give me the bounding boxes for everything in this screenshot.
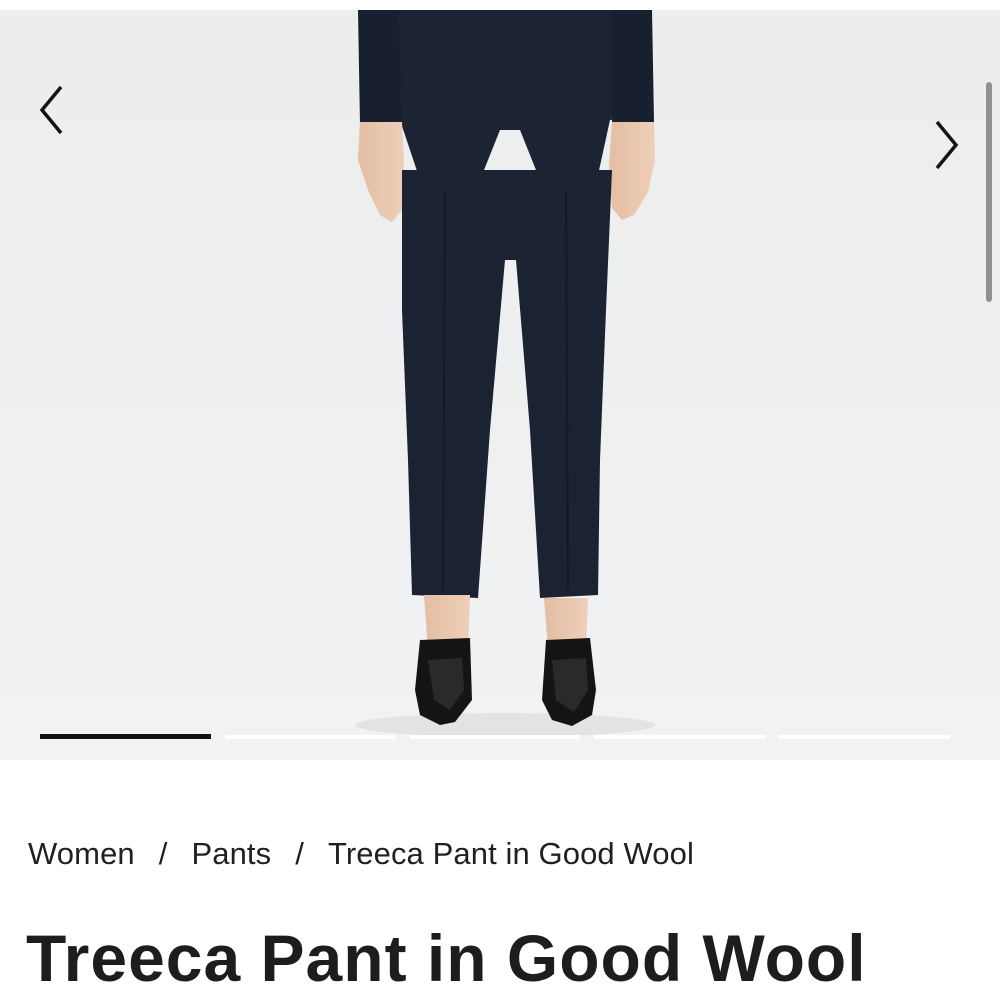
breadcrumb-item-pants[interactable]: Pants bbox=[191, 836, 271, 872]
chevron-right-icon bbox=[935, 120, 959, 170]
chevron-left-icon bbox=[39, 85, 63, 135]
breadcrumb-separator: / bbox=[158, 836, 168, 871]
breadcrumb: Women / Pants / Treeca Pant in Good Wool bbox=[28, 836, 694, 872]
breadcrumb-separator: / bbox=[295, 836, 304, 871]
product-page: Women / Pants / Treeca Pant in Good Wool… bbox=[0, 0, 1000, 1000]
product-image bbox=[0, 10, 1000, 760]
slide-indicator-5[interactable] bbox=[779, 735, 950, 739]
product-title: Treeca Pant in Good Wool bbox=[26, 921, 867, 995]
breadcrumb-item-women[interactable]: Women bbox=[28, 836, 135, 872]
slide-indicator-4[interactable] bbox=[594, 735, 766, 739]
slide-indicator-1[interactable] bbox=[40, 734, 211, 739]
next-image-button[interactable] bbox=[916, 115, 976, 175]
slide-indicator-3[interactable] bbox=[409, 735, 581, 739]
breadcrumb-item-current: Treeca Pant in Good Wool bbox=[327, 836, 694, 871]
product-image-gallery[interactable] bbox=[0, 10, 1000, 760]
slide-indicator-2[interactable] bbox=[224, 735, 396, 739]
gallery-scrollbar[interactable] bbox=[986, 82, 992, 302]
slide-indicators bbox=[40, 734, 950, 740]
previous-image-button[interactable] bbox=[22, 80, 82, 140]
